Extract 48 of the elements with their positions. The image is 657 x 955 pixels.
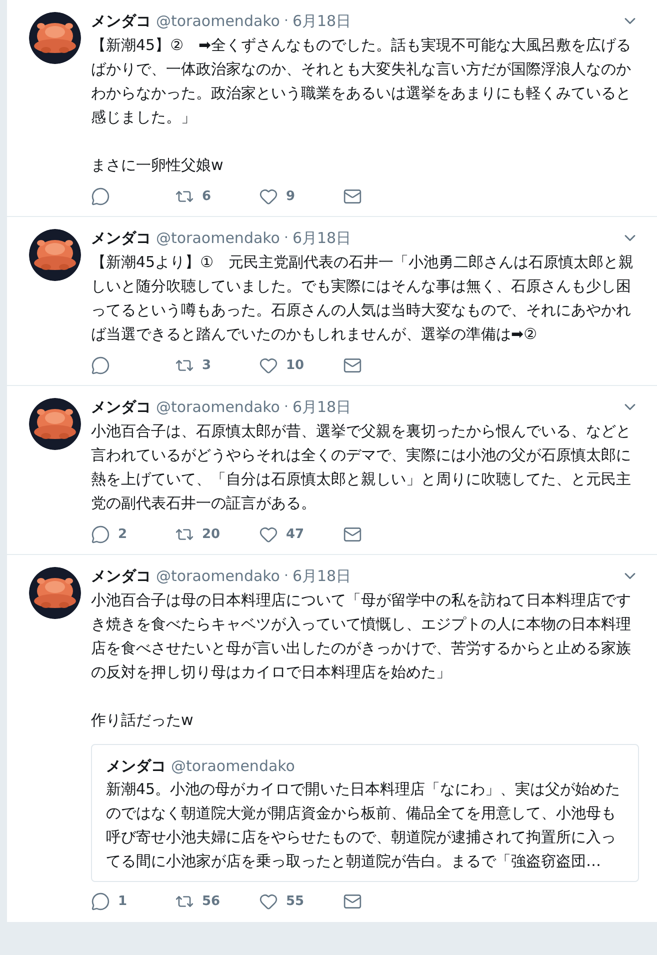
envelope-icon: [343, 524, 362, 544]
heart-icon: [259, 186, 278, 206]
envelope-icon: [343, 186, 362, 206]
author-handle[interactable]: @toraomendako: [156, 565, 280, 588]
quoted-text: 新潮45。小池の母がカイロで開いた日本料理店「なにわ」、実は父が始めたのではなく朝道院大覚が開店資金から板前、備品全てを用意して、小池母も呼び寄せ小池夫婦に店をやらせたもので、朝道院が逮捕されて拘置所に入ってる間に小池家が店を乗っ取ったと朝道院が告白。まるで「強盗窃盗団…: [106, 779, 622, 872]
author-handle: @toraomendako: [171, 756, 295, 776]
author-name: メンダコ: [106, 756, 166, 776]
author-name[interactable]: メンダコ: [91, 227, 151, 250]
tweet-text: まさに一卵性父娘w: [91, 154, 224, 176]
author-handle[interactable]: @toraomendako: [156, 396, 280, 418]
tweet-text: 【新潮45】② ➡全くずさんなものでした。話も実現不可能な大風呂敷を広げるばかりで、一体政治家なのか、それとも大変失礼な言い方だが国際浮浪人なのかわからなかった。政治家という職業をあるいは選挙をあまりにも軽くみていると感じました。」: [91, 34, 632, 128]
reply-button[interactable]: 2: [91, 524, 175, 544]
reply-button[interactable]: 1: [91, 892, 175, 912]
tweet-date[interactable]: 6月18日: [292, 10, 352, 32]
tweet-date[interactable]: 6月18日: [292, 227, 352, 250]
separator-dot: ·: [284, 566, 288, 586]
separator-dot: ·: [284, 228, 288, 248]
heart-icon: [259, 356, 278, 375]
author-name[interactable]: メンダコ: [91, 10, 151, 32]
retweet-button[interactable]: 3: [175, 356, 259, 375]
speech-bubble-icon: [91, 892, 110, 912]
separator-dot: ·: [284, 12, 288, 31]
envelope-icon: [343, 356, 362, 375]
quoted-tweet-card[interactable]: メンダコ @toraomendako 新潮45。小池の母がカイロで開いた日本料理店「なにわ」、実は父が始めたのではなく朝道院大覚が開店資金から板前、備品全てを用意して、小池母も呼び寄せ小池夫婦に店をやらせたもので、朝道院が逮捕されて拘置所に入ってる間に小池家が店を乗っ取ったと朝道院が告白。まるで「強盗窃盗団…: [91, 744, 639, 882]
speech-bubble-icon: [91, 186, 110, 206]
retweet-button[interactable]: 6: [175, 186, 259, 206]
separator-dot: ·: [284, 398, 288, 417]
tweet-date[interactable]: 6月18日: [292, 565, 352, 588]
like-button[interactable]: 9: [259, 186, 343, 206]
heart-icon: [259, 524, 278, 544]
author-handle[interactable]: @toraomendako: [156, 227, 280, 250]
like-button[interactable]: 55: [259, 892, 343, 912]
tweet-text: 【新潮45より】① 元民主党副代表の石井一「小池勇二郎さんは石原慎太郎と親しいと随分吹聴していました。でも実際にはそんな事は無く、石原さんも少し困ってるという噂もあった。石原さんの人気は当時大変なもので、それにあやかれば当選できると踏んでいたのかもしれませんが、選挙の準備は➡②: [91, 252, 635, 344]
tweet-text: 小池百合子は母の日本料理店について「母が留学中の私を訪ねて日本料理店ですき焼きを食べたらキャベツが入っていて憤慨し、エジプトの人に本物の日本料理店を食べさせたいと母が言い出したのがきっかけで、苦労するからと止める家族の反対を押し切り母はカイロで日本料理店を始めた」: [91, 590, 632, 682]
author-name[interactable]: メンダコ: [91, 565, 151, 588]
author-name[interactable]: メンダコ: [91, 396, 151, 418]
speech-bubble-icon: [91, 524, 110, 544]
envelope-icon: [343, 892, 362, 912]
tweet-date[interactable]: 6月18日: [292, 396, 352, 418]
author-handle[interactable]: @toraomendako: [156, 10, 280, 32]
tweet-text: 作り話だったw: [91, 710, 194, 730]
heart-icon: [259, 892, 278, 912]
retweet-button[interactable]: 20: [175, 524, 259, 544]
retweet-button[interactable]: 56: [175, 892, 259, 912]
like-button[interactable]: 47: [259, 524, 343, 544]
tweet-text: 小池百合子は、石原慎太郎が昔、選挙で父親を裏切ったから恨んでいる、などと言われているがどうやらそれは全くのデマで、実際には小池の父が石原慎太郎に熱を上げていて、「自分は石原慎太郎と親しい」と周りに吹聴してた、と元民主党の副代表石井一の証言がある。: [91, 420, 632, 514]
like-button[interactable]: 10: [259, 356, 343, 375]
speech-bubble-icon: [91, 356, 110, 375]
